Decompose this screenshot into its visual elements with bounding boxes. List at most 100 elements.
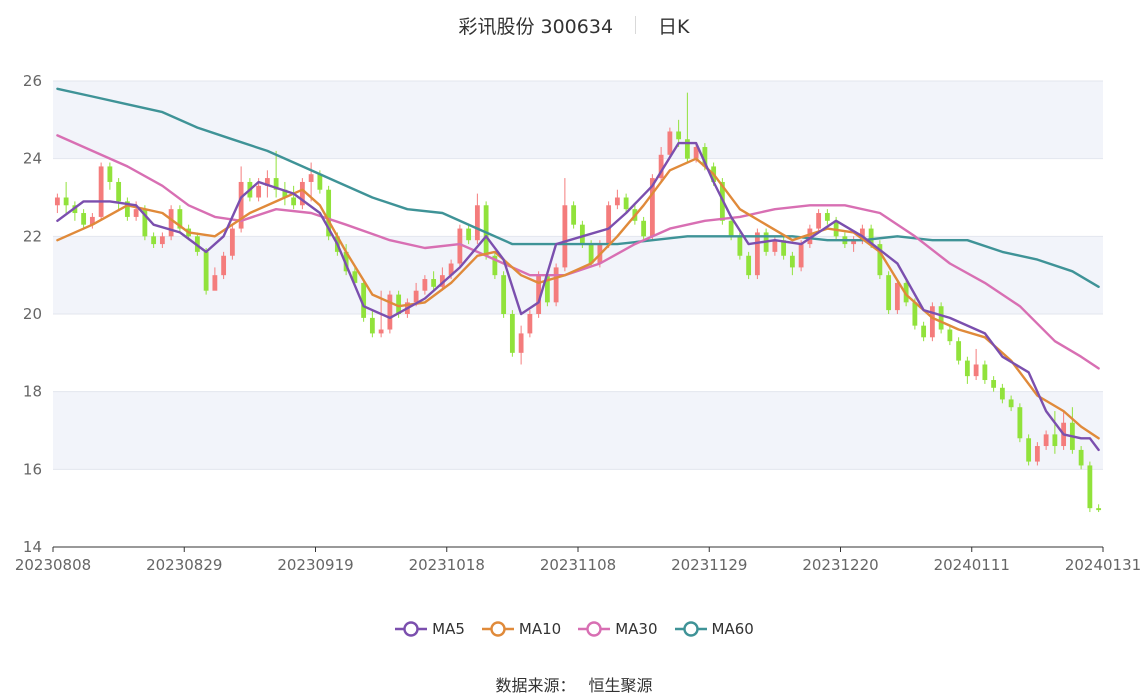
x-tick-label: 20230808 — [15, 556, 91, 574]
candle-up — [562, 205, 568, 268]
candle-down — [886, 275, 892, 311]
legend-item-ma60[interactable]: MA60 — [674, 620, 754, 638]
x-tick-label: 20231129 — [671, 556, 747, 574]
legend-label: MA60 — [711, 620, 754, 638]
y-tick-label: 22 — [23, 227, 42, 245]
candle-up — [422, 279, 428, 291]
candle-down — [982, 364, 988, 381]
candle-down — [938, 306, 944, 330]
x-tick-label: 20230919 — [277, 556, 353, 574]
candle-up — [667, 131, 673, 155]
candle-up — [527, 314, 533, 334]
candle-up — [413, 290, 419, 303]
grid-band — [53, 391, 1103, 470]
candle-down — [579, 224, 585, 245]
candle-up — [256, 185, 262, 198]
candle-down — [116, 181, 122, 202]
candle-up — [308, 174, 314, 182]
candle-down — [509, 314, 515, 353]
legend-marker-icon — [395, 621, 428, 637]
candle-down — [291, 197, 297, 206]
x-tick-label: 20240111 — [934, 556, 1010, 574]
legend-marker-icon — [481, 621, 514, 637]
candle-up — [98, 166, 104, 217]
candle-up — [168, 209, 174, 237]
candle-down — [623, 197, 629, 210]
grid-band — [53, 81, 1103, 159]
candle-up — [929, 306, 935, 338]
candle-down — [501, 275, 507, 314]
candle-up — [518, 333, 524, 353]
candle-up — [387, 294, 393, 330]
candle-down — [81, 213, 87, 225]
y-tick-label: 14 — [23, 538, 42, 556]
candle-up — [798, 244, 804, 268]
candle-up — [894, 282, 900, 311]
legend-label: MA10 — [518, 620, 562, 638]
candle-down — [369, 317, 375, 334]
legend-marker-icon — [674, 621, 707, 637]
candle-down — [824, 213, 830, 221]
kline-chart[interactable]: 14 16 18 20 22 24 26 20230808 20230829 20230919 20… — [0, 0, 1148, 610]
candle-up — [474, 205, 480, 241]
candle-up — [606, 205, 612, 245]
legend-label: MA30 — [615, 620, 658, 638]
candle-down — [676, 131, 682, 140]
candle-down — [1096, 508, 1102, 511]
candle-down — [317, 174, 323, 190]
candle-down — [1017, 407, 1023, 439]
y-tick-label: 20 — [23, 305, 42, 323]
candle-down — [991, 380, 997, 388]
legend: MA5 MA10 MA30 MA60 — [0, 620, 1148, 638]
candle-up — [221, 255, 227, 276]
x-tick-label: 20231108 — [540, 556, 616, 574]
candle-down — [1008, 399, 1014, 408]
y-tick-label: 24 — [23, 150, 42, 168]
candle-up — [553, 267, 559, 303]
candle-down — [466, 228, 472, 241]
candle-down — [912, 302, 918, 326]
candle-down — [151, 236, 157, 245]
candle-up — [159, 236, 165, 245]
candle-up — [754, 232, 760, 276]
candle-down — [203, 251, 209, 291]
candle-down — [1087, 465, 1093, 509]
legend-item-ma5[interactable]: MA5 — [394, 620, 465, 638]
candle-down — [1052, 434, 1058, 447]
legend-item-ma30[interactable]: MA30 — [577, 620, 658, 638]
candle-up — [229, 228, 235, 256]
y-tick-label: 18 — [23, 383, 42, 401]
candle-down — [1026, 438, 1032, 462]
x-tick-label: 20231220 — [802, 556, 878, 574]
candle-down — [571, 205, 577, 225]
legend-item-ma10[interactable]: MA10 — [481, 620, 561, 638]
candle-up — [973, 364, 979, 377]
candle-down — [964, 360, 970, 377]
candle-down — [746, 255, 752, 276]
candle-down — [999, 387, 1005, 400]
candle-down — [641, 220, 647, 237]
candle-down — [789, 255, 795, 268]
candle-up — [133, 209, 139, 217]
candle-down — [737, 236, 743, 256]
y-tick-label: 16 — [23, 460, 42, 478]
source-provider: 恒生聚源 — [588, 676, 653, 695]
data-source: 数据来源： 恒生聚源 — [0, 672, 1148, 696]
legend-label: MA5 — [432, 620, 465, 638]
candle-down — [107, 166, 113, 182]
candle-up — [212, 275, 218, 291]
source-label: 数据来源： — [495, 676, 576, 695]
legend-marker-icon — [578, 621, 611, 637]
candle-down — [431, 279, 437, 287]
candle-up — [54, 197, 60, 206]
candle-down — [947, 329, 953, 342]
candle-down — [921, 325, 927, 338]
candle-up — [1034, 446, 1040, 462]
candle-up — [816, 213, 822, 229]
candle-down — [1078, 449, 1084, 466]
candle-up — [378, 329, 384, 334]
x-tick-label: 20230829 — [146, 556, 222, 574]
candle-up — [614, 197, 620, 206]
candle-down — [63, 197, 69, 206]
candle-up — [772, 240, 778, 252]
